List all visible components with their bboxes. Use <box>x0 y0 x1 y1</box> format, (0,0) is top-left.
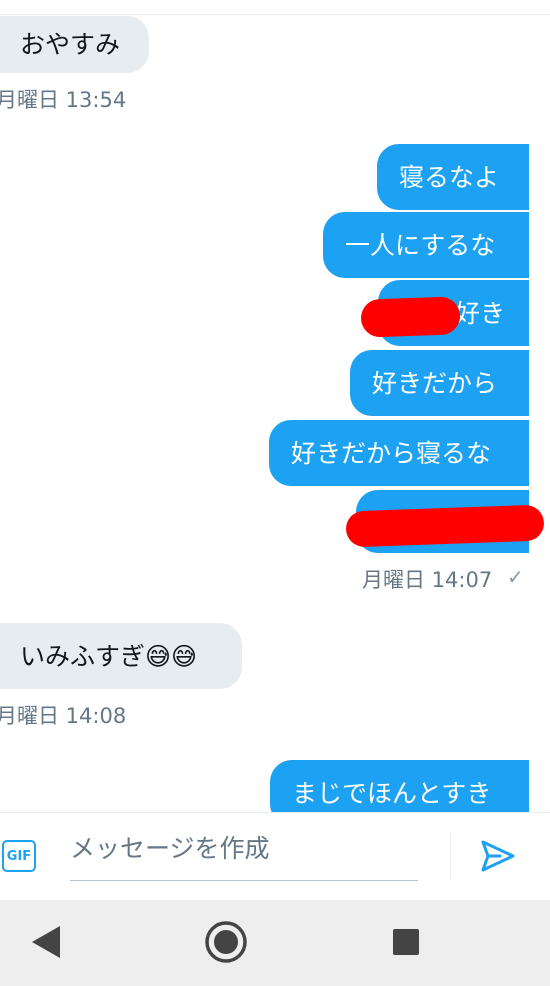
message-text: いみふすぎ😅😅 <box>20 641 198 671</box>
message-text: 好きだから寝るな <box>291 438 492 468</box>
gif-icon[interactable]: GIF <box>2 840 36 872</box>
back-icon[interactable] <box>30 924 62 960</box>
message-bubble-outgoing[interactable]: 好きだから <box>350 350 529 416</box>
message-text: 寝るなよ <box>399 162 500 192</box>
recents-icon[interactable] <box>392 928 420 956</box>
timestamp: 月曜日 14:08 <box>0 704 127 728</box>
home-icon[interactable] <box>204 920 248 964</box>
message-text: 一人にするな <box>345 230 496 260</box>
input-underline <box>70 880 418 881</box>
top-divider <box>0 14 550 15</box>
message-text: おやすみ <box>20 30 121 59</box>
message-text: まじでほんとすき <box>292 778 492 808</box>
redaction-mark <box>345 504 545 548</box>
message-bubble-outgoing[interactable]: 一人にするな <box>323 212 529 278</box>
message-bubble-incoming[interactable]: おやすみ <box>0 16 149 73</box>
send-icon[interactable] <box>478 836 518 876</box>
read-check-icon: ✓ <box>507 565 524 589</box>
message-bubble-outgoing[interactable]: 寝るなよ <box>377 144 529 210</box>
message-input[interactable]: メッセージを作成 <box>70 832 418 882</box>
system-navigation-bar <box>0 900 550 986</box>
timestamp: 月曜日 13:54 <box>0 88 127 112</box>
message-bubble-incoming[interactable]: いみふすぎ😅😅 <box>0 623 242 689</box>
timestamp: 月曜日 14:07 <box>362 568 493 592</box>
message-text: 好き <box>455 298 506 328</box>
message-text: 好きだから <box>372 368 498 398</box>
message-bubble-outgoing[interactable]: 好きだから寝るな <box>269 420 529 486</box>
redaction-mark <box>360 296 461 338</box>
gif-label: GIF <box>6 848 32 864</box>
composer-separator <box>450 832 451 880</box>
composer-divider <box>0 812 550 813</box>
